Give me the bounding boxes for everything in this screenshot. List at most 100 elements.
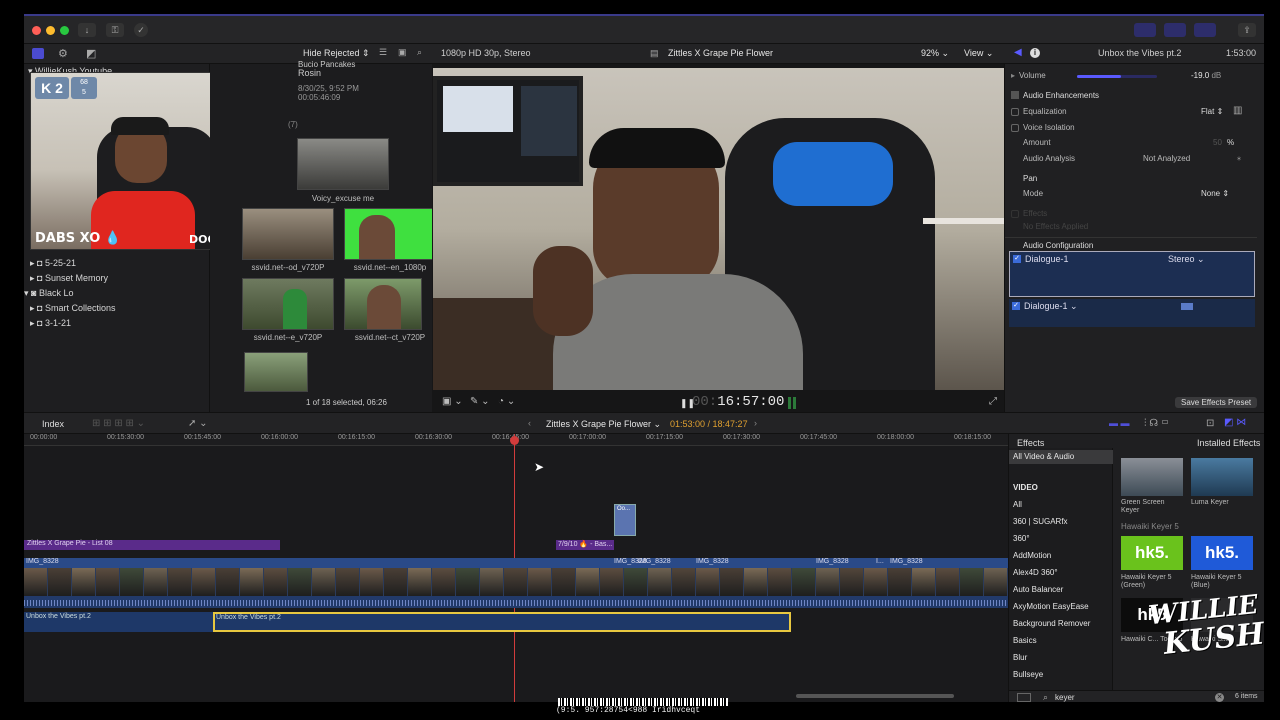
timecode-display[interactable]: 00:16:57:00: [692, 394, 784, 410]
effect-thumbnail[interactable]: hk5.: [1191, 536, 1253, 570]
audio-clip[interactable]: Unbox the Vibes pt.2: [24, 612, 214, 632]
amount-value[interactable]: 50: [1213, 138, 1222, 147]
voice-isolation-checkbox[interactable]: [1011, 124, 1019, 132]
close-window-button[interactable]: [32, 26, 41, 35]
clip-thumbnail[interactable]: [244, 352, 308, 392]
info-icon[interactable]: i: [1030, 48, 1040, 58]
blue-pillow-shape: [773, 142, 893, 206]
effect-thumbnail[interactable]: [1121, 458, 1183, 496]
clear-search-icon[interactable]: ✕: [1215, 693, 1224, 702]
equalization-checkbox[interactable]: [1011, 108, 1019, 116]
category-item[interactable]: Bullseye: [1013, 670, 1043, 679]
volume-slider[interactable]: [1077, 75, 1157, 78]
equalization-row: Equalization Flat ⇕ ▥: [1005, 105, 1257, 120]
effects-browser-icon[interactable]: ⊡: [1206, 418, 1214, 429]
transitions-icon[interactable]: ◩ ⋈: [1224, 417, 1246, 428]
clip-thumbnail[interactable]: [242, 208, 334, 260]
titles-generators-icon[interactable]: ◩: [86, 47, 96, 60]
dialogue-checkbox[interactable]: ✓: [1012, 302, 1020, 310]
fullscreen-icon[interactable]: ⤢: [989, 396, 997, 407]
library-item[interactable]: ▸ ◘ Smart Collections: [30, 303, 116, 317]
category-item[interactable]: Background Remover: [1013, 619, 1090, 628]
dialogue-channel-selected[interactable]: ✓ Dialogue-1 Stereo ⌄: [1009, 251, 1255, 297]
clip-appearance-icon[interactable]: ▣: [398, 47, 407, 58]
library-item[interactable]: ▸ ◘ Sunset Memory: [30, 273, 108, 287]
category-item[interactable]: All Video & Audio: [1013, 452, 1074, 461]
speed-tool-icon[interactable]: ◔ ⌄: [498, 396, 515, 407]
dialogue-channel[interactable]: ✓ Dialogue-1 ⌄: [1009, 299, 1255, 327]
index-button[interactable]: Index: [42, 419, 64, 429]
select-tool-icon[interactable]: ➚ ⌄: [188, 418, 208, 429]
category-item[interactable]: AddMotion: [1013, 551, 1051, 560]
project-menu[interactable]: Zittles X Grape Pie Flower ⌄: [546, 419, 661, 430]
category-item[interactable]: 360°: [1013, 534, 1030, 543]
checkbox[interactable]: [1011, 91, 1019, 99]
channel-mode-menu[interactable]: Stereo ⌄: [1168, 254, 1205, 265]
green-screen-person: [359, 215, 395, 259]
clip-thumbnail[interactable]: [344, 278, 422, 330]
effect-thumbnail[interactable]: [1191, 458, 1253, 496]
audio-inspector-icon[interactable]: ◀: [1014, 47, 1022, 58]
edit-buttons[interactable]: ⊞ ⊞ ⊞ ⊞ ⌄: [92, 418, 145, 429]
zoom-window-button[interactable]: [60, 26, 69, 35]
installed-effects-menu[interactable]: Installed Effects ⇕: [1197, 438, 1264, 449]
monitor-screen-shape: [443, 86, 513, 132]
forward-arrow-icon[interactable]: ›: [754, 418, 757, 428]
list-view-icon[interactable]: ☰: [379, 47, 387, 58]
effect-thumbnail[interactable]: hk5.: [1121, 536, 1183, 570]
view-menu[interactable]: View ⌄: [964, 48, 993, 59]
libraries-icon[interactable]: [32, 48, 44, 59]
search-icon[interactable]: ⌕: [417, 47, 422, 58]
equalizer-icon[interactable]: ▥: [1233, 105, 1242, 116]
download-icon[interactable]: ↓: [78, 23, 96, 37]
category-item[interactable]: Blur: [1013, 653, 1027, 662]
category-item[interactable]: Auto Balancer: [1013, 585, 1063, 594]
pan-mode-menu[interactable]: None ⇕: [1201, 189, 1229, 198]
key-icon[interactable]: ⚿: [106, 23, 124, 37]
dialogue-menu[interactable]: Dialogue-1 ⌄: [1024, 301, 1078, 312]
back-arrow-icon[interactable]: ‹: [528, 418, 531, 428]
volume-value[interactable]: -19.0 dB: [1191, 71, 1221, 80]
title-clip[interactable]: Zittles X Grape Pie - List 08: [24, 540, 280, 550]
category-item[interactable]: All: [1013, 500, 1022, 509]
clip-caption: ssvid.net--od_v720P: [251, 263, 325, 272]
category-item[interactable]: AxyMotion EasyEase: [1013, 602, 1089, 611]
clip-thumbnail[interactable]: [344, 208, 436, 260]
dialogue-checkbox[interactable]: ✓: [1013, 255, 1021, 263]
search-icon: ⌕: [1043, 692, 1049, 702]
viewer-count-badge: K 2: [35, 77, 69, 99]
library-item[interactable]: ▸ ◘ 3-1-21: [30, 318, 71, 332]
clip-appearance-controls[interactable]: ▬ ▬: [1109, 418, 1130, 428]
hide-rejected-menu[interactable]: Hide Rejected ⇕: [303, 48, 370, 59]
layout-timeline-icon[interactable]: [1164, 23, 1186, 37]
zoom-menu[interactable]: 92% ⌄: [921, 48, 949, 59]
audio-skimming-icon[interactable]: ⫶ ☊ ▭: [1144, 418, 1169, 429]
save-effects-preset-button[interactable]: Save Effects Preset: [1175, 397, 1258, 408]
photos-audio-icon[interactable]: ⚙: [58, 47, 68, 60]
library-item[interactable]: ▾ ◙ Black Lo: [24, 288, 74, 302]
playhead-handle[interactable]: [510, 436, 519, 445]
clip-thumbnail[interactable]: [242, 278, 334, 330]
category-item[interactable]: 360 | SUGARfx: [1013, 517, 1068, 526]
share-icon[interactable]: ⇪: [1238, 23, 1256, 37]
clip-thumbnail[interactable]: [297, 138, 389, 190]
check-icon[interactable]: ✓: [134, 23, 148, 37]
effects-search-input[interactable]: [1055, 692, 1175, 702]
minimize-window-button[interactable]: [46, 26, 55, 35]
transform-tool-icon[interactable]: ▣ ⌄: [442, 396, 463, 407]
library-item[interactable]: ▸ ◘ 5-25-21: [30, 258, 76, 272]
audio-clip-selected[interactable]: Unbox the Vibes pt.2: [213, 612, 791, 632]
sidebar-toggle-icon[interactable]: [1017, 693, 1031, 702]
equalization-menu[interactable]: Flat ⇕: [1201, 107, 1223, 116]
category-item[interactable]: Alex4D 360°: [1013, 568, 1058, 577]
timeline-scrollbar[interactable]: [796, 694, 954, 698]
layout-inspector-icon[interactable]: [1194, 23, 1216, 37]
video-filmstrip[interactable]: [24, 568, 1008, 596]
title-clip[interactable]: 7/9/10 🔥 - Bas...: [556, 540, 614, 550]
magic-wand-icon[interactable]: ⁎: [1237, 153, 1241, 162]
enhance-tool-icon[interactable]: ✎ ⌄: [470, 396, 490, 407]
connected-clip[interactable]: Oo...: [614, 504, 636, 536]
category-item[interactable]: Basics: [1013, 636, 1037, 645]
effects-checkbox[interactable]: [1011, 210, 1019, 218]
layout-library-icon[interactable]: [1134, 23, 1156, 37]
